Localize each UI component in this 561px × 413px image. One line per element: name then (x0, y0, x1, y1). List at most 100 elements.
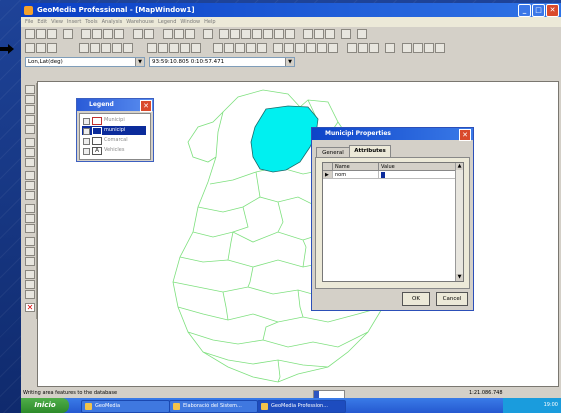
open-icon[interactable] (36, 29, 46, 39)
previous-view-icon[interactable] (274, 29, 284, 39)
attributes-grid[interactable]: Name Value ▶ nom ▲ ▼ (322, 162, 464, 282)
v-tool-20-icon[interactable] (25, 290, 35, 299)
save-icon[interactable] (47, 29, 57, 39)
next-view-icon[interactable] (285, 29, 295, 39)
trim-icon[interactable] (284, 43, 294, 53)
v-tool-2-icon[interactable] (25, 95, 35, 104)
query-1-icon[interactable] (402, 43, 412, 53)
v-tool-16-icon[interactable] (25, 247, 35, 256)
legend-item[interactable]: Municipi (82, 116, 146, 125)
menu-help[interactable]: Help (204, 17, 215, 27)
v-tool-6-icon[interactable] (25, 138, 35, 147)
draw-line-icon[interactable] (213, 43, 223, 53)
menu-insert[interactable]: Insert (67, 17, 81, 27)
legend-checkbox[interactable] (83, 118, 90, 125)
v-tool-3-icon[interactable] (25, 105, 35, 114)
scroll-up-icon[interactable]: ▲ (456, 163, 463, 170)
draw-area-icon[interactable] (235, 43, 245, 53)
legend-item-selected[interactable]: municipi (82, 126, 146, 135)
legend-checkbox[interactable] (83, 138, 90, 145)
close-button[interactable]: ✕ (546, 4, 559, 17)
zoom-in-icon[interactable] (219, 29, 229, 39)
fit-all-icon[interactable] (241, 29, 251, 39)
paste-icon[interactable] (103, 29, 113, 39)
maximize-button[interactable]: □ (532, 4, 545, 17)
menu-tools[interactable]: Tools (85, 17, 97, 27)
redo-icon[interactable] (144, 29, 154, 39)
chevron-down-icon[interactable]: ▼ (285, 58, 294, 66)
column-header-name[interactable]: Name (333, 163, 379, 171)
dot-point-icon[interactable] (317, 43, 327, 53)
v-tool-1-icon[interactable] (25, 85, 35, 94)
edit-tool-4-icon[interactable] (79, 43, 89, 53)
print-icon[interactable] (63, 29, 73, 39)
help-icon[interactable] (357, 29, 367, 39)
display-properties-icon[interactable] (303, 29, 313, 39)
analysis-4-icon[interactable] (385, 43, 395, 53)
split-icon[interactable] (273, 43, 283, 53)
new-icon[interactable] (25, 29, 35, 39)
query-3-icon[interactable] (424, 43, 434, 53)
v-tool-9-icon[interactable] (25, 171, 35, 180)
menu-legend[interactable]: Legend (158, 17, 176, 27)
analysis-3-icon[interactable] (369, 43, 379, 53)
grid-scrollbar[interactable]: ▲ ▼ (455, 163, 463, 281)
v-tool-5-icon[interactable] (25, 125, 35, 134)
edit-tool-1-icon[interactable] (25, 43, 35, 53)
scroll-down-icon[interactable]: ▼ (456, 274, 463, 281)
settings-icon[interactable] (341, 29, 351, 39)
coord-system-select[interactable]: Lon,Lat(deg) ▼ (25, 57, 145, 67)
v-tool-7-icon[interactable] (25, 148, 35, 157)
fit-selected-icon[interactable] (252, 29, 262, 39)
edit-tool-10-icon[interactable] (158, 43, 168, 53)
menu-file[interactable]: File (25, 17, 33, 27)
selected-municipality[interactable] (250, 105, 319, 173)
column-header-value[interactable]: Value (379, 163, 456, 171)
edit-tool-12-icon[interactable] (180, 43, 190, 53)
edit-tool-7-icon[interactable] (112, 43, 122, 53)
delete-feature-icon[interactable]: ✕ (25, 303, 35, 312)
edit-tool-2-icon[interactable] (36, 43, 46, 53)
edit-tool-6-icon[interactable] (101, 43, 111, 53)
edit-tool-5-icon[interactable] (90, 43, 100, 53)
north-arrow-icon[interactable] (325, 29, 335, 39)
legend-close-button[interactable]: ✕ (140, 100, 152, 112)
taskbar-item-active[interactable]: GeoMedia Profession... (257, 400, 346, 413)
v-tool-17-icon[interactable] (25, 257, 35, 266)
menu-view[interactable]: View (51, 17, 63, 27)
undo-icon[interactable] (133, 29, 143, 39)
menu-analysis[interactable]: Analysis (102, 17, 123, 27)
attribute-value-cell[interactable] (379, 171, 456, 179)
draw-text-icon[interactable] (257, 43, 267, 53)
dialog-close-button[interactable]: ✕ (459, 129, 471, 141)
menu-window[interactable]: Window (180, 17, 200, 27)
v-tool-14-icon[interactable] (25, 224, 35, 233)
pan-icon[interactable] (203, 29, 213, 39)
edit-tool-3-icon[interactable] (47, 43, 57, 53)
rectangle-icon[interactable] (328, 43, 338, 53)
start-button[interactable]: Inicio (21, 398, 69, 413)
v-tool-12-icon[interactable] (25, 204, 35, 213)
v-tool-13-icon[interactable] (25, 214, 35, 223)
analysis-1-icon[interactable] (347, 43, 357, 53)
ok-button[interactable]: OK (402, 292, 430, 306)
edit-tool-9-icon[interactable] (147, 43, 157, 53)
coord-readout-field[interactable]: 93:59:10.805 0:10:57.471 ▼ (149, 57, 295, 67)
taskbar-item[interactable]: Elaboració del Sistem... (169, 400, 258, 413)
select-icon[interactable] (163, 29, 173, 39)
legend-item[interactable]: Comarcal (82, 136, 146, 145)
zoom-out-icon[interactable] (230, 29, 240, 39)
v-tool-18-icon[interactable] (25, 270, 35, 279)
cancel-button[interactable]: Cancel (436, 292, 468, 306)
copy-icon[interactable] (92, 29, 102, 39)
circle-point-icon[interactable] (306, 43, 316, 53)
legend-item[interactable]: A Vehicles (82, 146, 146, 155)
edit-tool-13-icon[interactable] (191, 43, 201, 53)
draw-arc-icon[interactable] (246, 43, 256, 53)
v-tool-15-icon[interactable] (25, 237, 35, 246)
cut-icon[interactable] (81, 29, 91, 39)
chevron-down-icon[interactable]: ▼ (135, 58, 144, 66)
legend-checkbox[interactable] (83, 128, 90, 135)
minimize-button[interactable]: _ (518, 4, 531, 17)
v-tool-11-icon[interactable] (25, 191, 35, 200)
